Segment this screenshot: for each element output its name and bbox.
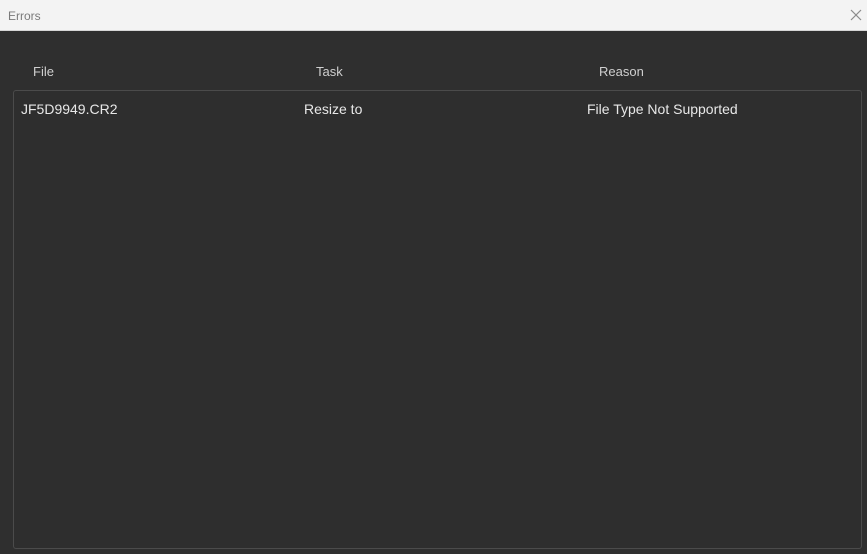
- cell-task: Resize to: [304, 101, 363, 117]
- table-row[interactable]: JF5D9949.CR2 Resize to File Type Not Sup…: [14, 99, 861, 119]
- window-title: Errors: [8, 9, 41, 23]
- column-headers: File Task Reason: [0, 62, 867, 82]
- close-icon: [850, 9, 862, 21]
- close-button[interactable]: [845, 0, 867, 30]
- errors-dialog: Errors File Task Reason JF5D9949.CR2 Res…: [0, 0, 867, 554]
- column-header-reason[interactable]: Reason: [599, 64, 644, 80]
- cell-reason: File Type Not Supported: [587, 101, 738, 117]
- column-header-task[interactable]: Task: [316, 64, 343, 80]
- column-header-file[interactable]: File: [33, 64, 54, 80]
- errors-list[interactable]: JF5D9949.CR2 Resize to File Type Not Sup…: [13, 90, 862, 549]
- title-bar: Errors: [0, 0, 867, 31]
- cell-file: JF5D9949.CR2: [21, 101, 118, 117]
